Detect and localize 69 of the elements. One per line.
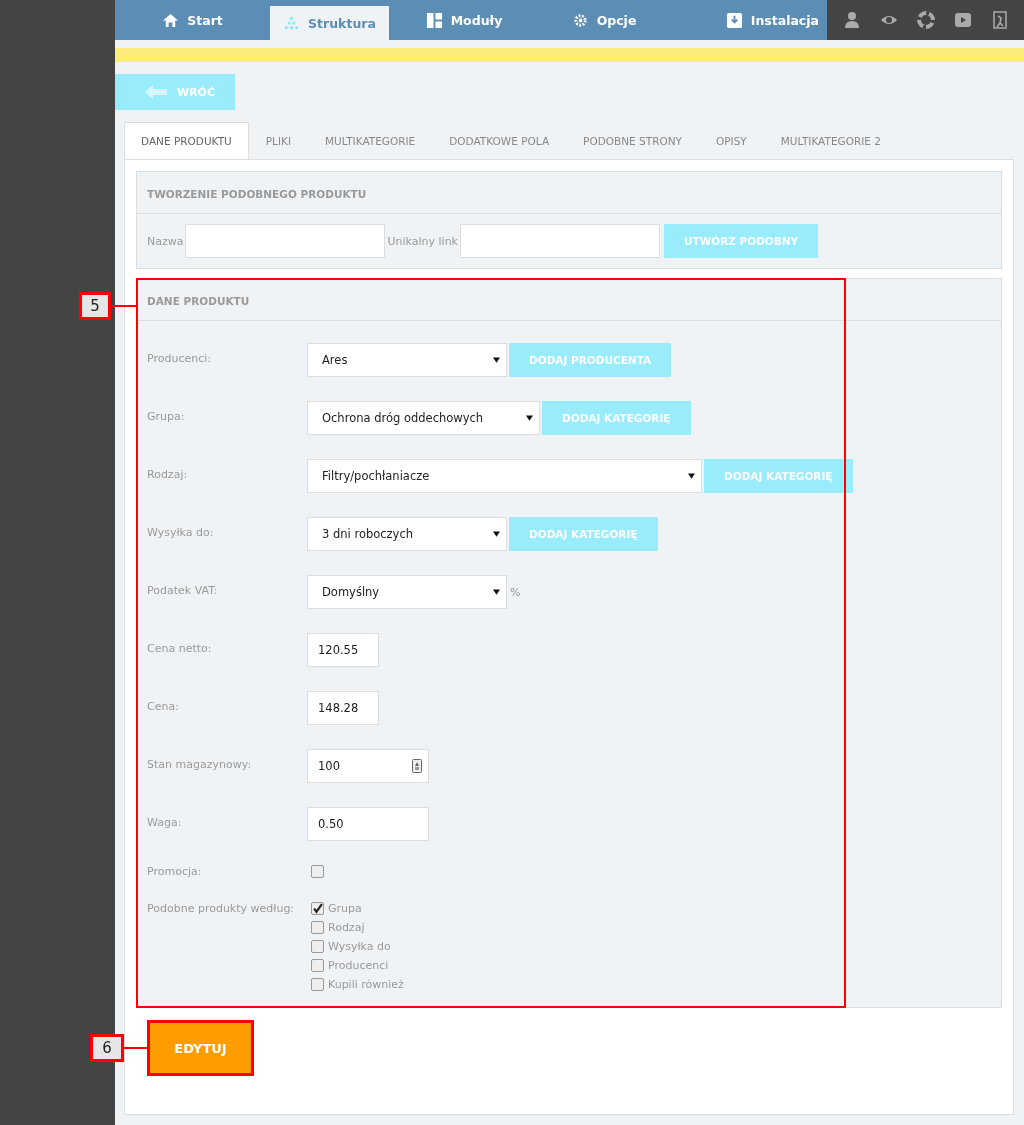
checkbox-label: Grupa — [328, 902, 362, 915]
checkbox-label: Producenci — [328, 959, 389, 972]
field-label: Waga: — [147, 815, 183, 829]
caret-icon — [493, 357, 500, 363]
arrow-left-icon — [145, 85, 167, 99]
nav-tab[interactable]: Start — [115, 0, 270, 40]
input-field[interactable]: 148.28 — [307, 691, 379, 725]
tab[interactable]: OPISY — [698, 122, 764, 159]
caret-icon — [688, 473, 695, 479]
spinner-icon[interactable] — [412, 759, 422, 773]
tab[interactable]: MULTIKATEGORIE — [308, 122, 433, 159]
section-title: DANE PRODUKTU — [147, 295, 250, 307]
caret-icon — [526, 415, 533, 421]
field-label: Promocja: — [147, 865, 203, 878]
select-field[interactable]: Filtry/pochłaniacze — [307, 459, 702, 493]
caret-icon — [493, 531, 500, 537]
field-label: Stan magazynowy: — [147, 757, 253, 771]
field-label: Nazwa — [147, 234, 184, 248]
tree-icon — [283, 14, 301, 32]
field-label: Wysyłka do: — [147, 525, 215, 539]
select-field[interactable]: Ochrona dróg oddechowych — [307, 401, 540, 435]
field-label: Rodzaj: — [147, 467, 189, 481]
callout-number: 5 — [79, 292, 111, 320]
edit-button[interactable]: EDYTUJ — [150, 1023, 251, 1073]
checkbox-label: Kupili również — [328, 978, 404, 991]
name-field[interactable] — [185, 224, 386, 258]
checkbox[interactable] — [311, 921, 324, 934]
input-field[interactable]: 120.55 — [307, 633, 379, 667]
field-label: Grupa: — [147, 409, 186, 423]
select-field[interactable]: Domyślny — [307, 575, 507, 609]
nav-tab[interactable]: Opcje — [539, 0, 669, 40]
checkbox-label: Wysyłka do — [328, 940, 391, 953]
modules-icon — [425, 11, 443, 29]
section-title: TWORZENIE PODOBNEGO PRODUKTU — [147, 188, 367, 200]
nav-tab[interactable]: Moduły — [389, 0, 539, 40]
caret-icon — [493, 589, 500, 595]
video-icon[interactable] — [952, 10, 973, 30]
tab[interactable]: DODATKOWE POLA — [432, 122, 567, 159]
callout-number: 6 — [90, 1034, 124, 1062]
gear-icon — [571, 11, 589, 29]
link-field[interactable] — [460, 224, 660, 258]
checkbox-label: Rodzaj — [328, 921, 365, 934]
home-icon — [162, 11, 180, 29]
checkbox[interactable] — [311, 902, 324, 915]
select-field[interactable]: 3 dni roboczych — [307, 517, 507, 551]
number-field[interactable]: 100 — [307, 749, 429, 783]
field-label: Cena netto: — [147, 641, 213, 655]
field-label: Producenci: — [147, 351, 212, 365]
checkbox[interactable] — [311, 978, 324, 991]
tab[interactable]: MULTIKATEGORIE 2 — [763, 122, 898, 159]
nav-tab[interactable]: Instalacja — [669, 0, 827, 40]
input-field[interactable]: 0.50 — [307, 807, 429, 841]
tab[interactable]: PODOBNE STRONY — [566, 122, 699, 159]
leader-line — [110, 305, 136, 307]
install-icon — [725, 11, 743, 29]
tab[interactable]: PLIKI — [248, 122, 308, 159]
select-field[interactable]: Ares — [307, 343, 507, 377]
field-label: Unikalny link — [387, 234, 458, 248]
checkbox[interactable] — [311, 940, 324, 953]
checkbox[interactable] — [311, 865, 324, 878]
leader-line — [124, 1047, 147, 1049]
lifebuoy-icon[interactable] — [915, 10, 936, 30]
field-label: Cena: — [147, 699, 180, 713]
unit-label: % — [510, 585, 521, 599]
tab[interactable]: DANE PRODUKTU — [124, 122, 249, 159]
field-label: Podatek VAT: — [147, 583, 219, 597]
field-label: Podobne produkty według: — [147, 902, 296, 915]
nav-tab[interactable]: Struktura — [270, 6, 389, 40]
checkbox[interactable] — [311, 959, 324, 972]
